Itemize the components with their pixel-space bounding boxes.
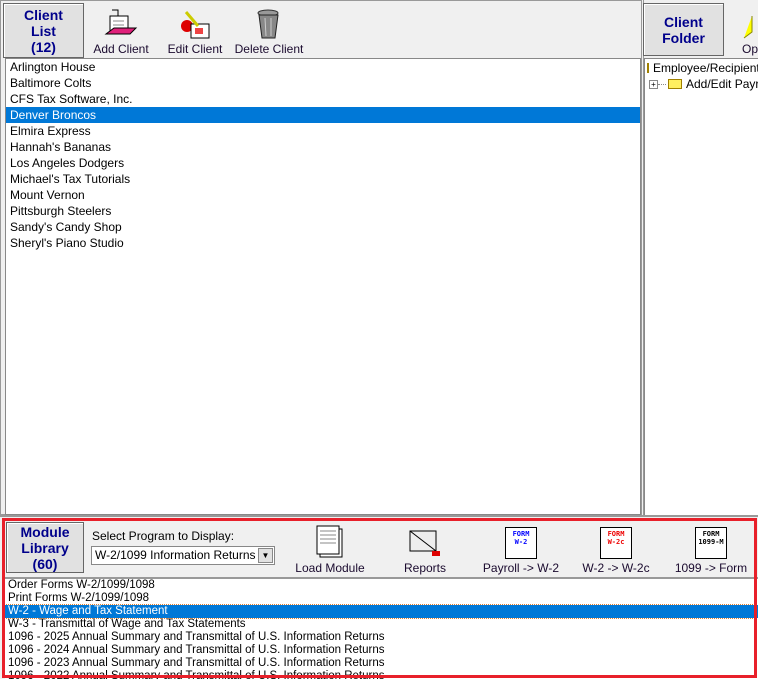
module-library-button[interactable]: Module Library (60) xyxy=(6,522,84,573)
reports-label: Reports xyxy=(403,561,447,575)
tree-item-label: Add/Edit Payrol xyxy=(686,77,758,91)
open-folder-icon xyxy=(647,63,649,73)
client-count: (12) xyxy=(31,38,56,55)
w2-to-w2c-button[interactable]: FORM W-2c W-2 -> W-2c xyxy=(578,525,654,575)
module-list-item[interactable]: 1096 - 2024 Annual Summary and Transmitt… xyxy=(5,644,758,657)
program-select[interactable]: W-2/1099 Information Returns ▼ xyxy=(91,546,275,565)
client-list-item[interactable]: Sheryl's Piano Studio xyxy=(6,235,640,251)
client-list-item[interactable]: Los Angeles Dodgers xyxy=(6,155,640,171)
reports-icon xyxy=(408,525,442,559)
module-list-item[interactable]: W-2 - Wage and Tax Statement xyxy=(5,604,758,619)
edit-client-icon xyxy=(178,6,212,40)
client-list-item[interactable]: Pittsburgh Steelers xyxy=(6,203,640,219)
client-folder-title: Client xyxy=(664,13,703,30)
w2-to-w2c-label: W-2 -> W-2c xyxy=(582,561,650,575)
client-list-item[interactable]: Mount Vernon xyxy=(6,187,640,203)
edit-client-label: Edit Client xyxy=(167,42,223,56)
form-icon-text: FORM xyxy=(512,530,530,538)
tree-root[interactable]: Employee/Recipient xyxy=(645,60,758,76)
client-list-item[interactable]: Arlington House xyxy=(6,59,640,75)
delete-client-label: Delete Client xyxy=(234,42,304,56)
1099-icon-text: 1099-M xyxy=(698,538,724,546)
add-client-button[interactable]: Add Client xyxy=(90,6,152,56)
add-client-label: Add Client xyxy=(93,42,149,56)
client-folder-button[interactable]: Client Folder xyxy=(643,3,724,56)
delete-client-button[interactable]: Delete Client xyxy=(233,6,305,56)
client-list-item[interactable]: Hannah's Bananas xyxy=(6,139,640,155)
open-button[interactable]: Op xyxy=(736,6,758,56)
module-list-item[interactable]: Order Forms W-2/1099/1098 xyxy=(5,579,758,592)
form-1099-icon: FORM 1099-M xyxy=(695,525,727,559)
folder-tree[interactable]: Employee/Recipient + Add/Edit Payrol+ Add/… xyxy=(644,58,758,515)
client-list-button[interactable]: Client List (12) xyxy=(3,3,84,58)
client-list-item[interactable]: Michael's Tax Tutorials xyxy=(6,171,640,187)
module-library-title: Module xyxy=(20,523,70,540)
payroll-to-w2-button[interactable]: FORM W-2 Payroll -> W-2 xyxy=(480,525,562,575)
module-list-item[interactable]: 1096 - 2022 Annual Summary and Transmitt… xyxy=(5,670,758,679)
form-icon-text: FORM xyxy=(702,530,720,538)
module-list[interactable]: Order Forms W-2/1099/1098 Print Forms W-2… xyxy=(5,577,758,679)
client-list-item[interactable]: CFS Tax Software, Inc. xyxy=(6,91,640,107)
client-list-title: Client xyxy=(24,6,63,23)
w2-icon-text: W-2 xyxy=(514,538,528,546)
client-list-title-2: List xyxy=(31,22,56,39)
client-folder-title-2: Folder xyxy=(662,29,705,46)
payroll-to-w2-label: Payroll -> W-2 xyxy=(482,561,560,575)
folder-icon xyxy=(668,79,682,89)
tree-connector xyxy=(658,83,666,85)
program-select-value: W-2/1099 Information Returns xyxy=(95,548,256,562)
w2c-icon-text: W-2c xyxy=(607,538,625,546)
select-program-label: Select Program to Display: xyxy=(92,529,235,543)
form-icon-text: FORM xyxy=(607,530,625,538)
1099-to-form-label: 1099 -> Form xyxy=(674,561,748,575)
edit-client-button[interactable]: Edit Client xyxy=(163,6,227,56)
document-stack-icon xyxy=(315,525,345,559)
add-client-icon xyxy=(104,6,138,40)
client-list-item[interactable]: Elmira Express xyxy=(6,123,640,139)
trash-icon xyxy=(256,6,282,40)
module-library-title-2: Library xyxy=(21,539,69,556)
open-arrow-icon xyxy=(736,6,756,40)
chevron-down-icon[interactable]: ▼ xyxy=(258,548,273,563)
load-module-button[interactable]: Load Module xyxy=(292,525,368,575)
client-list-item[interactable]: Sandy's Candy Shop xyxy=(6,219,640,235)
client-list[interactable]: Arlington House Baltimore Colts CFS Tax So… xyxy=(5,58,641,515)
module-list-item[interactable]: W-3 - Transmittal of Wage and Tax Statem… xyxy=(5,618,758,631)
module-list-item[interactable]: 1096 - 2023 Annual Summary and Transmitt… xyxy=(5,657,758,670)
module-count: (60) xyxy=(32,555,58,572)
client-list-item[interactable]: Denver Broncos xyxy=(6,107,640,123)
load-module-label: Load Module xyxy=(295,561,365,575)
module-list-item[interactable]: 1096 - 2025 Annual Summary and Transmitt… xyxy=(5,631,758,644)
form-w2c-icon: FORM W-2c xyxy=(600,525,632,559)
client-list-item[interactable]: Baltimore Colts xyxy=(6,75,640,91)
tree-root-label: Employee/Recipient xyxy=(653,61,758,75)
form-w2-icon: FORM W-2 xyxy=(505,525,537,559)
1099-to-form-button[interactable]: FORM 1099-M 1099 -> Form xyxy=(672,525,750,575)
reports-button[interactable]: Reports xyxy=(400,525,450,575)
module-list-item[interactable]: Print Forms W-2/1099/1098 xyxy=(5,592,758,605)
expand-icon[interactable]: + xyxy=(649,79,658,89)
tree-item[interactable]: + Add/Edit Payrol xyxy=(645,76,758,92)
open-label: Op xyxy=(742,42,758,56)
